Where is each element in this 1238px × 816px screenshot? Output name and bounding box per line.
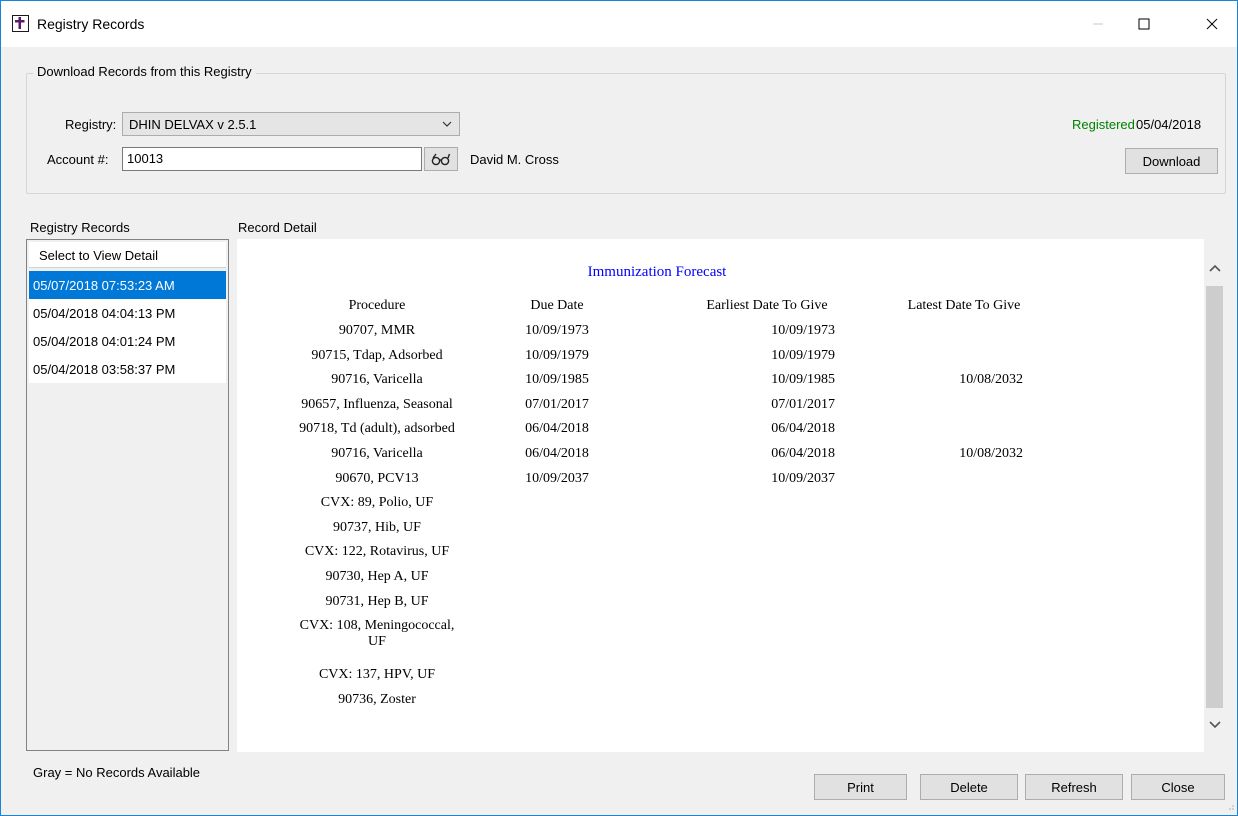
forecast-cell-latest-date: 10/08/2032 — [959, 446, 1023, 461]
forecast-cell-due-date: 06/04/2018 — [525, 446, 589, 461]
record-detail-panel: Immunization Forecast Procedure Due Date E… — [237, 239, 1204, 752]
column-header-earliest-date: Earliest Date To Give — [706, 298, 828, 313]
forecast-cell-procedure: 90737, Hib, UF — [333, 519, 421, 535]
binoculars-icon — [431, 153, 451, 166]
account-input-value: 10013 — [127, 151, 164, 166]
patient-name: David M. Cross — [470, 152, 559, 167]
title-bar: Registry Records — [1, 1, 1237, 47]
minimize-icon — [1093, 23, 1103, 25]
forecast-cell-earliest-date: 10/09/1973 — [771, 323, 835, 338]
legend-note: Gray = No Records Available — [33, 765, 201, 780]
forecast-cell-procedure: 90730, Hep A, UF — [325, 569, 429, 584]
forecast-cell-due-date: 10/09/1979 — [525, 347, 589, 363]
forecast-cell-earliest-date: 07/01/2017 — [771, 396, 835, 412]
forecast-cell-earliest-date: 06/04/2018 — [771, 421, 835, 437]
forecast-cell-earliest-date: 10/09/1979 — [771, 347, 835, 363]
forecast-cell-procedure: CVX: 89, Polio, UF — [320, 495, 434, 511]
close-window-button[interactable] — [1189, 1, 1235, 47]
forecast-cell-due-date: 10/09/1985 — [525, 372, 589, 388]
record-item-3[interactable]: 05/04/2018 04:01:24 PM — [29, 327, 226, 355]
forecast-cell-earliest-date: 10/09/1985 — [771, 372, 835, 388]
forecast-cell-procedure: CVX: 122, Rotavirus, UF — [304, 544, 450, 560]
chevron-down-icon — [442, 121, 452, 127]
forecast-cell-due-date: 10/09/2037 — [525, 470, 589, 486]
maximize-icon — [1138, 18, 1150, 30]
registry-select[interactable]: DHIN DELVAX v 2.5.1 — [122, 112, 460, 136]
download-button[interactable]: Download — [1125, 148, 1218, 174]
close-icon — [1206, 18, 1218, 30]
record-item-2[interactable]: 05/04/2018 04:04:13 PM — [29, 299, 226, 327]
record-detail-title: Record Detail — [238, 220, 317, 235]
registry-records-list[interactable]: Select to View Detail 05/07/2018 07:53:2… — [26, 239, 229, 751]
column-header-due-date: Due Date — [530, 298, 584, 313]
registered-date: 05/04/2018 — [1136, 117, 1202, 132]
account-lookup-button[interactable] — [424, 147, 458, 171]
forecast-cell-earliest-date: 06/04/2018 — [771, 446, 835, 461]
forecast-cell-latest-date: 10/08/2032 — [959, 372, 1023, 388]
refresh-button[interactable]: Refresh — [1025, 774, 1123, 800]
forecast-cell-procedure: CVX: 137, HPV, UF — [318, 667, 436, 683]
record-item-1[interactable]: 05/07/2018 07:53:23 AM — [29, 271, 226, 299]
cross-document-icon — [12, 15, 29, 32]
registry-records-title: Registry Records — [30, 220, 130, 235]
forecast-cell-procedure: 90731, Hep B, UF — [325, 593, 429, 609]
registry-select-value: DHIN DELVAX v 2.5.1 — [129, 117, 257, 132]
chevron-up-icon[interactable] — [1209, 264, 1221, 273]
forecast-cell-due-date: 06/04/2018 — [525, 421, 589, 437]
account-label: Account #: — [47, 152, 109, 167]
account-input[interactable]: 10013 — [122, 147, 422, 171]
registry-records-window: Registry Records Download Records from t… — [0, 0, 1238, 816]
forecast-cell-earliest-date: 10/09/2037 — [771, 470, 835, 486]
record-item-4[interactable]: 05/04/2018 03:58:37 PM — [29, 355, 226, 383]
detail-scrollbar[interactable] — [1204, 239, 1226, 752]
minimize-button[interactable] — [1075, 1, 1121, 47]
forecast-cell-procedure: CVX: 108, Meningococcal, UF — [299, 618, 455, 650]
print-button[interactable]: Print — [814, 774, 907, 800]
window-title: Registry Records — [37, 16, 145, 32]
forecast-title: Immunization Forecast — [587, 264, 727, 280]
records-list-header: Select to View Detail — [29, 242, 226, 268]
delete-button[interactable]: Delete — [920, 774, 1018, 800]
download-group-legend: Download Records from this Registry — [33, 64, 256, 79]
forecast-cell-procedure: 90736, Zoster — [338, 692, 416, 707]
chevron-down-icon[interactable] — [1209, 720, 1221, 729]
forecast-cell-due-date: 07/01/2017 — [525, 396, 589, 412]
close-button[interactable]: Close — [1131, 774, 1225, 800]
registered-label: Registered — [1072, 117, 1135, 132]
registry-label: Registry: — [65, 117, 117, 132]
column-header-latest-date: Latest Date To Give — [907, 298, 1021, 313]
resize-grip-icon[interactable] — [1225, 801, 1235, 811]
forecast-cell-due-date: 10/09/1973 — [525, 323, 589, 338]
maximize-button[interactable] — [1121, 1, 1167, 47]
scroll-thumb[interactable] — [1206, 286, 1223, 708]
